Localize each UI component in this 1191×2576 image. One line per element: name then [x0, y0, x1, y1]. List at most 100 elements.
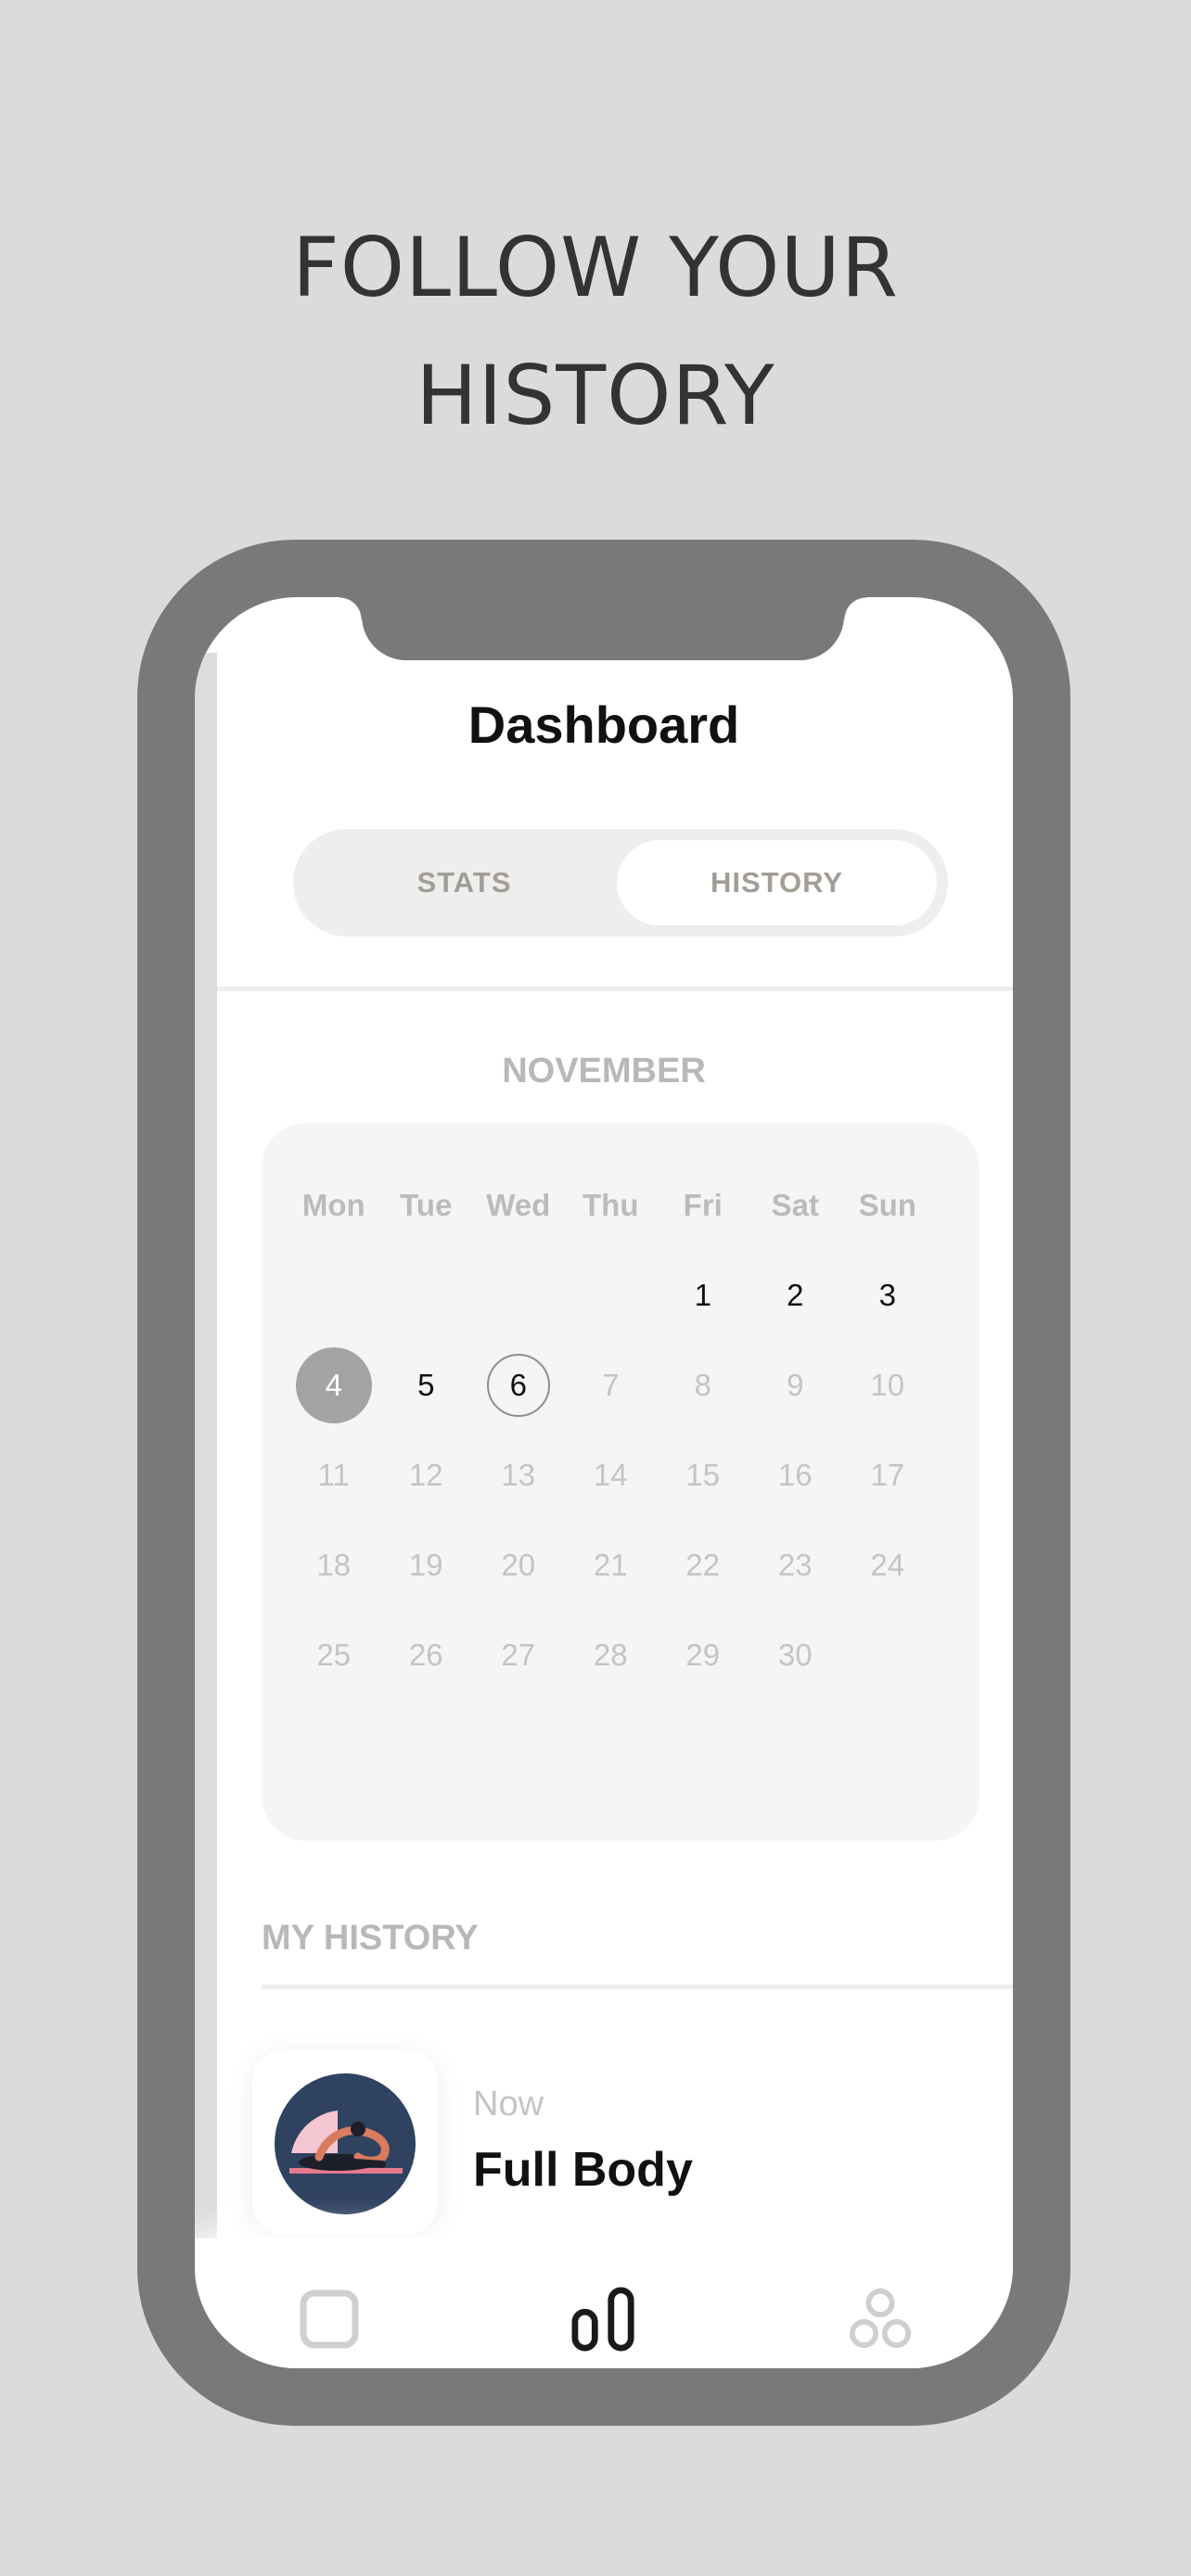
calendar-day-label: 21 — [593, 1547, 628, 1582]
calendar-day-19[interactable]: 19 — [380, 1520, 473, 1610]
calendar-day-label: 12 — [408, 1457, 443, 1492]
calendar-day-5[interactable]: 5 — [380, 1340, 473, 1430]
calendar-day-label: 28 — [593, 1637, 628, 1672]
calendar-day-2[interactable]: 2 — [749, 1250, 842, 1340]
weekday-label: Thu — [583, 1187, 639, 1222]
tab-stats[interactable]: STATS — [304, 840, 624, 925]
calendar-day-6[interactable]: 6 — [472, 1340, 565, 1430]
screen-edge — [195, 653, 217, 2294]
calendar-day-label: 20 — [501, 1547, 536, 1582]
calendar-day-12[interactable]: 12 — [380, 1430, 473, 1520]
history-item-time: Now — [473, 2085, 544, 2123]
stretching-person-illustration — [275, 2073, 416, 2214]
calendar-day-label: 27 — [501, 1637, 536, 1672]
calendar-day-30[interactable]: 30 — [749, 1610, 842, 1700]
calendar-empty-cell — [288, 1250, 380, 1340]
workout-thumbnail — [252, 2049, 438, 2235]
weekday-label: Wed — [486, 1187, 551, 1222]
calendar-day-label: 17 — [870, 1457, 905, 1492]
bar-chart-icon — [571, 2287, 634, 2352]
calendar-day-label: 6 — [486, 1353, 550, 1417]
segmented-control: STATS HISTORY — [293, 829, 948, 937]
month-label: NOVEMBER — [502, 1052, 706, 1090]
tab-history[interactable]: HISTORY — [617, 840, 937, 925]
calendar-day-24[interactable]: 24 — [841, 1520, 934, 1610]
three-circles-icon — [849, 2288, 912, 2349]
calendar-day-7[interactable]: 7 — [565, 1340, 658, 1430]
calendar-day-14[interactable]: 14 — [565, 1430, 658, 1520]
divider — [217, 987, 1013, 991]
calendar-day-18[interactable]: 18 — [288, 1520, 380, 1610]
calendar-day-label: 5 — [417, 1367, 435, 1402]
calendar-day-label: 23 — [777, 1547, 813, 1582]
history-item-name: Full Body — [473, 2143, 693, 2197]
calendar-grid: Mon Tue Wed Thu Fri Sat Sun 1 2 3 4 5 6 7 8 9 10 1… — [288, 1160, 934, 1700]
calendar-day-25[interactable]: 25 — [288, 1610, 380, 1700]
calendar-day-1[interactable]: 1 — [657, 1250, 749, 1340]
calendar-day-9[interactable]: 9 — [749, 1340, 842, 1430]
headline: FOLLOW YOUR HISTORY — [0, 204, 1191, 460]
calendar-day-10[interactable]: 10 — [841, 1340, 934, 1430]
calendar-day-17[interactable]: 17 — [841, 1430, 934, 1520]
calendar-day-21[interactable]: 21 — [565, 1520, 658, 1610]
divider — [262, 1984, 1013, 1989]
weekday-label: Sun — [858, 1187, 916, 1222]
calendar-day-label: 7 — [602, 1367, 620, 1402]
phone-mockup: Dashboard STATS HISTORY NOVEMBER Mon Tue… — [137, 540, 1070, 2426]
calendar-day-23[interactable]: 23 — [749, 1520, 842, 1610]
calendar-day-13[interactable]: 13 — [472, 1430, 565, 1520]
calendar-day-label: 22 — [685, 1547, 721, 1582]
calendar-day-label: 11 — [317, 1457, 350, 1492]
tab-bar — [195, 2238, 1013, 2368]
calendar-day-label: 8 — [694, 1367, 711, 1402]
calendar-day-label: 14 — [593, 1457, 628, 1492]
calendar-day-15[interactable]: 15 — [657, 1430, 749, 1520]
calendar-day-4[interactable]: 4 — [288, 1340, 380, 1430]
calendar-day-16[interactable]: 16 — [749, 1430, 842, 1520]
calendar: Mon Tue Wed Thu Fri Sat Sun 1 2 3 4 5 6 7 8 9 10 1… — [262, 1123, 980, 1841]
tab-bar-item-profile[interactable] — [848, 2287, 913, 2352]
calendar-day-label: 13 — [501, 1457, 536, 1492]
calendar-day-label: 2 — [787, 1277, 804, 1312]
calendar-day-label: 4 — [295, 1346, 372, 1423]
history-item[interactable]: Now Full Body — [252, 2049, 994, 2235]
headline-line-2: HISTORY — [416, 348, 775, 443]
calendar-day-3[interactable]: 3 — [841, 1250, 934, 1340]
phone-screen: Dashboard STATS HISTORY NOVEMBER Mon Tue… — [195, 597, 1013, 2368]
calendar-day-label: 15 — [685, 1457, 721, 1492]
calendar-day-label: 30 — [777, 1637, 813, 1672]
calendar-day-27[interactable]: 27 — [472, 1610, 565, 1700]
weekday-label: Sat — [771, 1187, 819, 1222]
calendar-day-label: 24 — [870, 1547, 905, 1582]
calendar-day-label: 19 — [408, 1547, 443, 1582]
calendar-day-label: 9 — [787, 1367, 804, 1402]
calendar-day-label: 1 — [694, 1277, 711, 1312]
calendar-day-label: 25 — [316, 1637, 352, 1672]
calendar-day-29[interactable]: 29 — [657, 1610, 749, 1700]
square-icon — [300, 2289, 359, 2349]
calendar-day-22[interactable]: 22 — [657, 1520, 749, 1610]
calendar-day-label: 3 — [878, 1277, 896, 1312]
calendar-empty-cell — [565, 1250, 658, 1340]
calendar-day-label: 26 — [408, 1637, 443, 1672]
tab-bar-item-stats[interactable] — [571, 2287, 636, 2352]
calendar-day-label: 16 — [777, 1457, 813, 1492]
calendar-day-26[interactable]: 26 — [380, 1610, 473, 1700]
headline-line-1: FOLLOW YOUR — [292, 220, 899, 315]
page-title: Dashboard — [467, 695, 740, 754]
weekday-label: Fri — [683, 1187, 723, 1222]
section-title-history: MY HISTORY — [262, 1919, 479, 1958]
calendar-day-28[interactable]: 28 — [565, 1610, 658, 1700]
calendar-day-20[interactable]: 20 — [472, 1520, 565, 1610]
calendar-day-8[interactable]: 8 — [657, 1340, 749, 1430]
calendar-day-label: 10 — [870, 1367, 905, 1402]
calendar-empty-cell — [472, 1250, 565, 1340]
calendar-day-label: 18 — [316, 1547, 352, 1582]
weekday-label: Mon — [301, 1187, 365, 1222]
calendar-day-11[interactable]: 11 — [288, 1430, 380, 1520]
weekday-label: Tue — [400, 1187, 453, 1222]
calendar-empty-cell — [380, 1250, 473, 1340]
calendar-day-label: 29 — [685, 1637, 721, 1672]
phone-notch — [339, 597, 866, 660]
tab-bar-item-home[interactable] — [297, 2287, 362, 2352]
